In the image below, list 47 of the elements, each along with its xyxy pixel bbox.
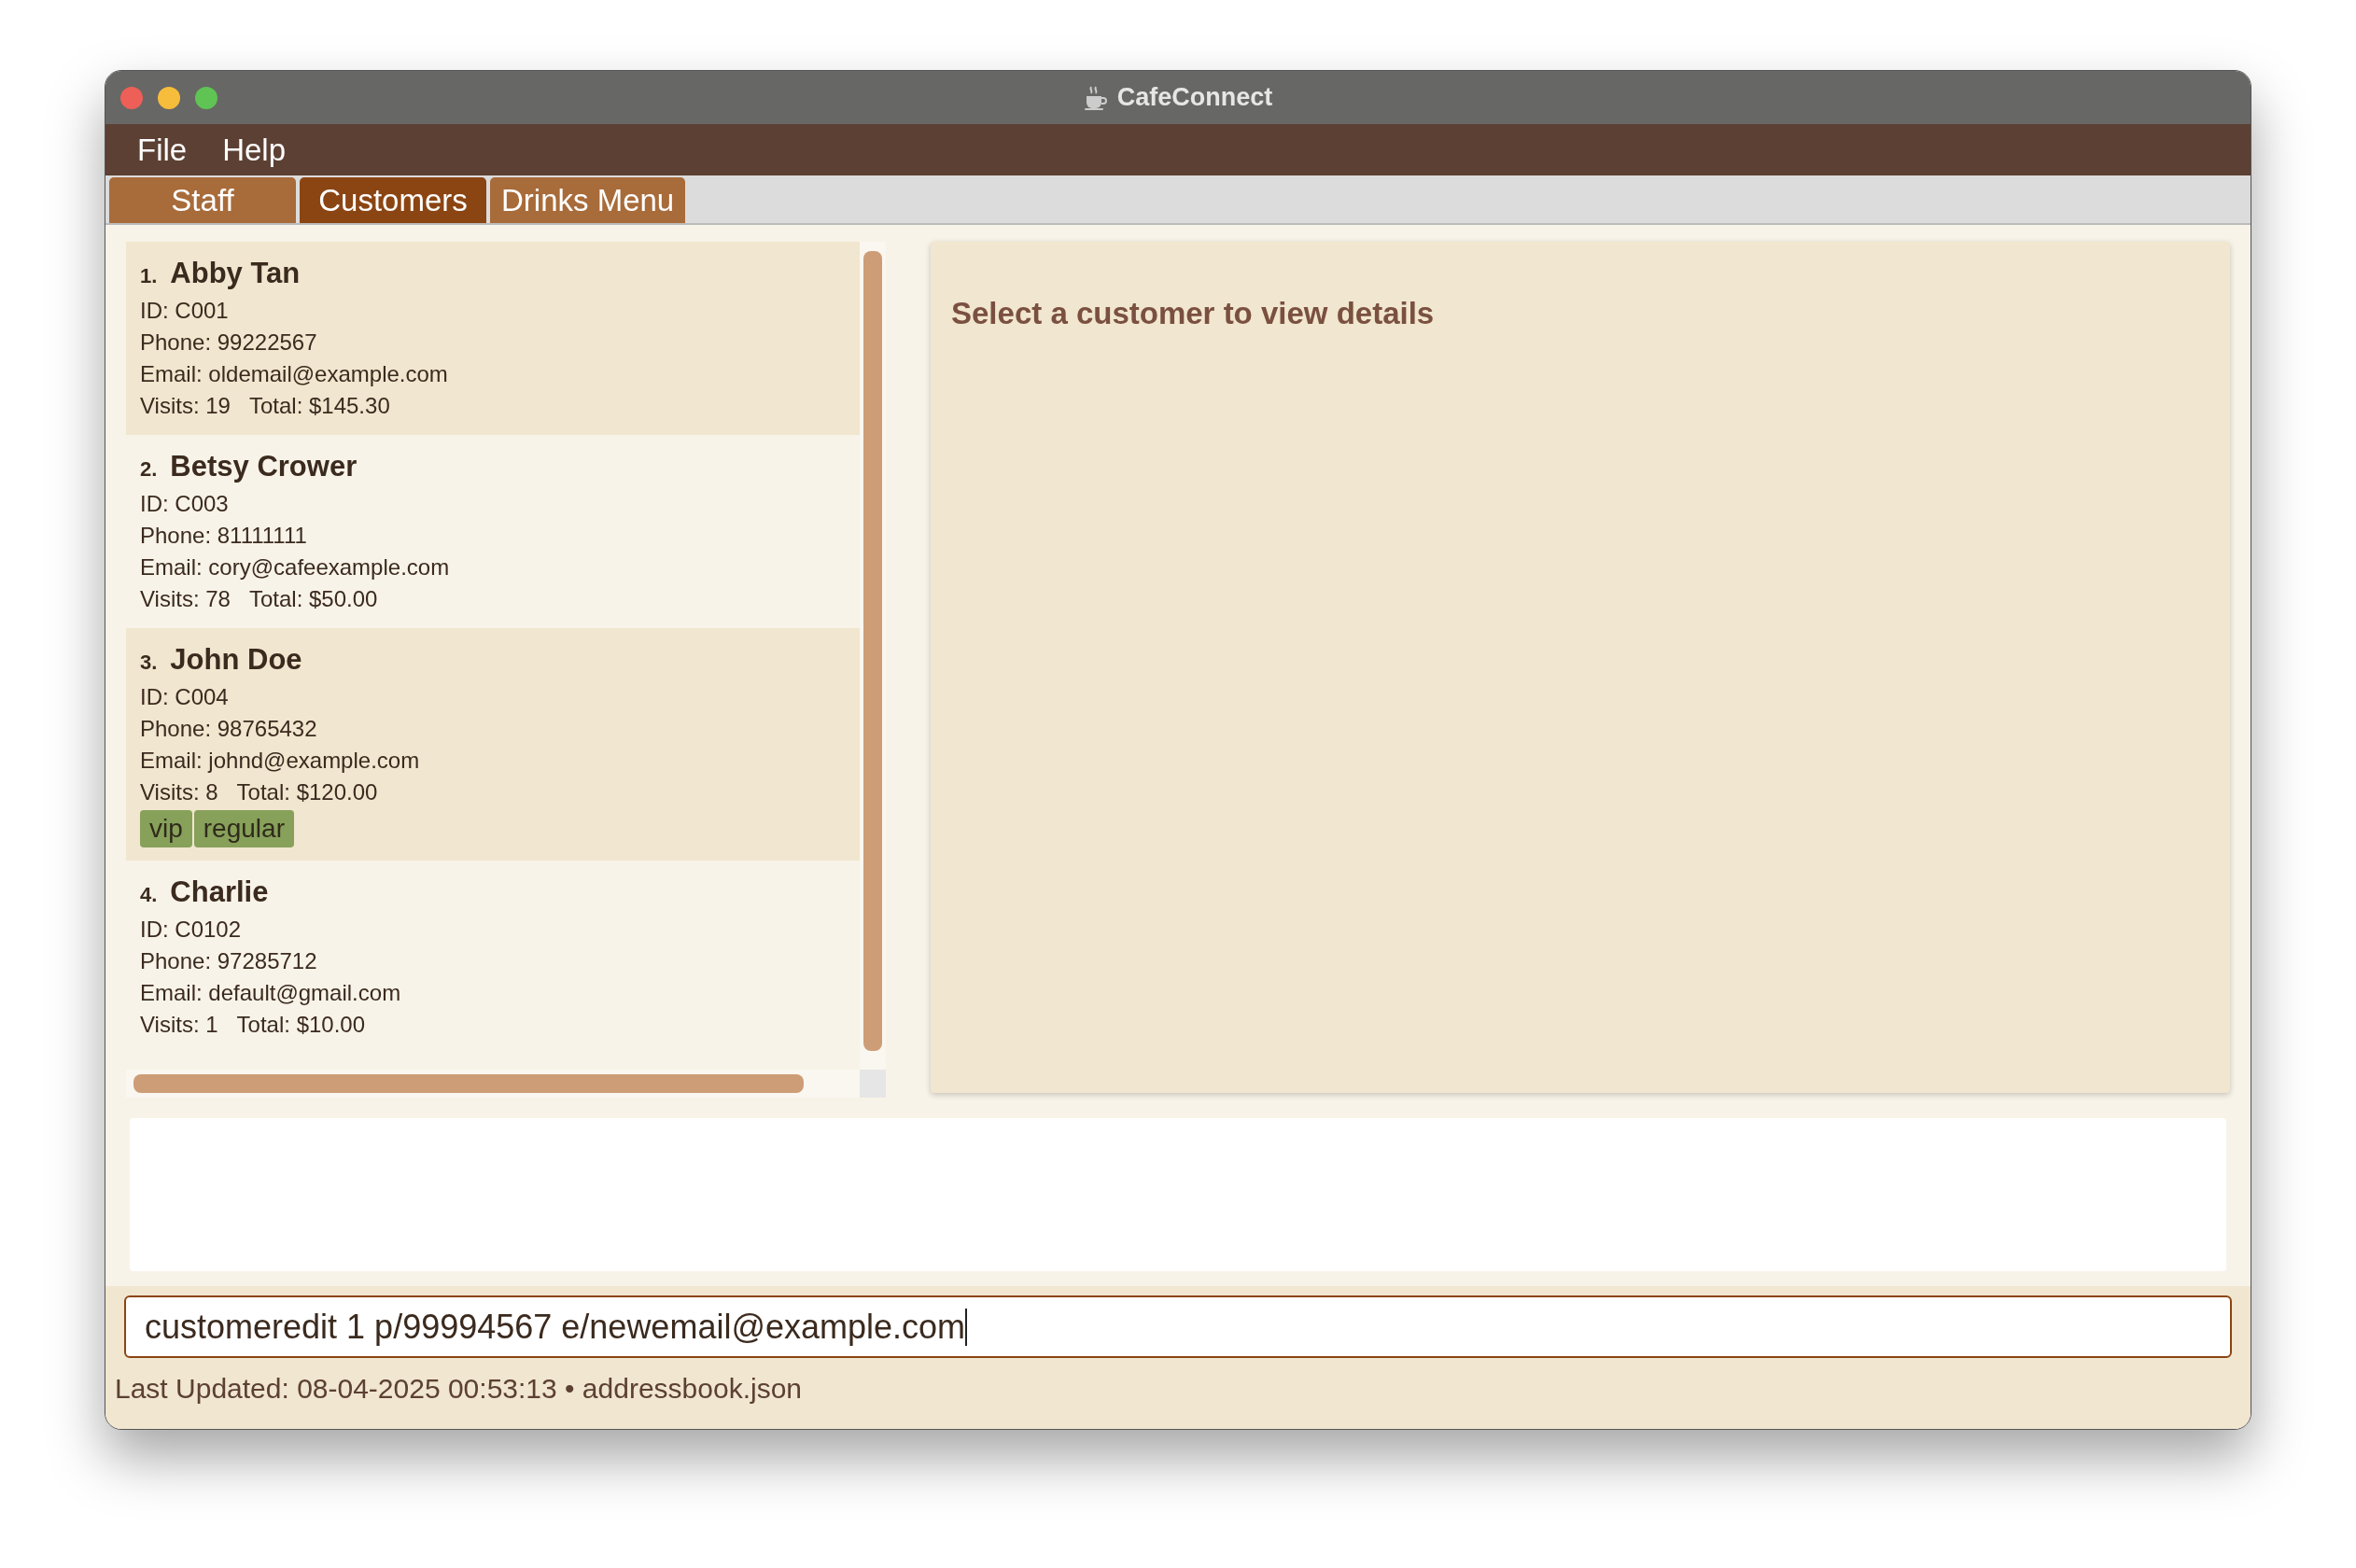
- list-index: 1.: [140, 263, 158, 289]
- customer-id: ID: C004: [140, 683, 230, 711]
- customer-phone: Phone: 97285712: [140, 947, 318, 975]
- total-spent: Total: $10.00: [236, 1011, 366, 1039]
- scrollbar-thumb[interactable]: [863, 251, 882, 1051]
- customer-id: ID: C003: [140, 490, 230, 518]
- horizontal-scrollbar-thumb[interactable]: [133, 1074, 804, 1094]
- visit-count: Visits: 19: [140, 392, 231, 420]
- total-spent: Total: $120.00: [236, 778, 378, 806]
- empty-details-message: Select a customer to view details: [951, 295, 1436, 332]
- customer-id: ID: C001: [140, 297, 230, 325]
- menu-item[interactable]: Help: [222, 126, 287, 174]
- tab[interactable]: Drinks Menu: [490, 177, 686, 223]
- close-button[interactable]: [120, 86, 143, 109]
- coffee-cup-icon: [1083, 84, 1108, 111]
- customer-phone: Phone: 99222567: [140, 329, 318, 357]
- customer-name: Betsy Crower: [170, 449, 358, 484]
- customer-phone: Phone: 98765432: [140, 715, 318, 743]
- customer-name: Abby Tan: [170, 256, 301, 291]
- tab[interactable]: Staff: [109, 177, 296, 223]
- customer-email: Email: default@gmail.com: [140, 979, 402, 1007]
- customer-name: John Doe: [170, 642, 302, 678]
- customer-email: Email: johnd@example.com: [140, 747, 421, 775]
- total-spent: Total: $50.00: [248, 585, 378, 613]
- tab[interactable]: Customers: [300, 177, 486, 223]
- status-bar-text: Last Updated: 08-04-2025 00:53:13 • addressbook.json: [115, 1372, 804, 1406]
- customer-card[interactable]: 1. Abby Tan ID: C001 Phone: 99222567 Email: oldemail@example.com Visits: 19 Total: $145.30: [126, 242, 860, 435]
- tag: regular: [193, 810, 294, 847]
- visit-count: Visits: 1: [140, 1011, 218, 1039]
- customer-email: Email: cory@cafeexample.com: [140, 553, 451, 581]
- list-index: 2.: [140, 456, 158, 483]
- customer-name: Charlie: [170, 875, 269, 910]
- customer-card[interactable]: 3. John Doe ID: C004 Phone: 98765432 Email: johnd@example.com Visits: 8 Total: $120.00 vip regular: [126, 628, 860, 861]
- customer-id: ID: C0102: [140, 916, 243, 944]
- tag: vip: [140, 810, 192, 847]
- visit-count: Visits: 8: [140, 778, 218, 806]
- minimize-button[interactable]: [158, 86, 180, 109]
- command-input[interactable]: customeredit 1 p/99994567 e/newemail@example.com: [124, 1295, 2232, 1358]
- visit-count: Visits: 78: [140, 585, 231, 613]
- list-index: 3.: [140, 650, 158, 676]
- customer-phone: Phone: 81111111: [140, 522, 308, 550]
- list-index: 4.: [140, 882, 158, 908]
- menu-item[interactable]: File: [137, 126, 188, 174]
- total-spent: Total: $145.30: [248, 392, 390, 420]
- window-title: CafeConnect: [1116, 82, 1273, 114]
- customer-email: Email: oldemail@example.com: [140, 360, 449, 388]
- zoom-button[interactable]: [195, 86, 217, 109]
